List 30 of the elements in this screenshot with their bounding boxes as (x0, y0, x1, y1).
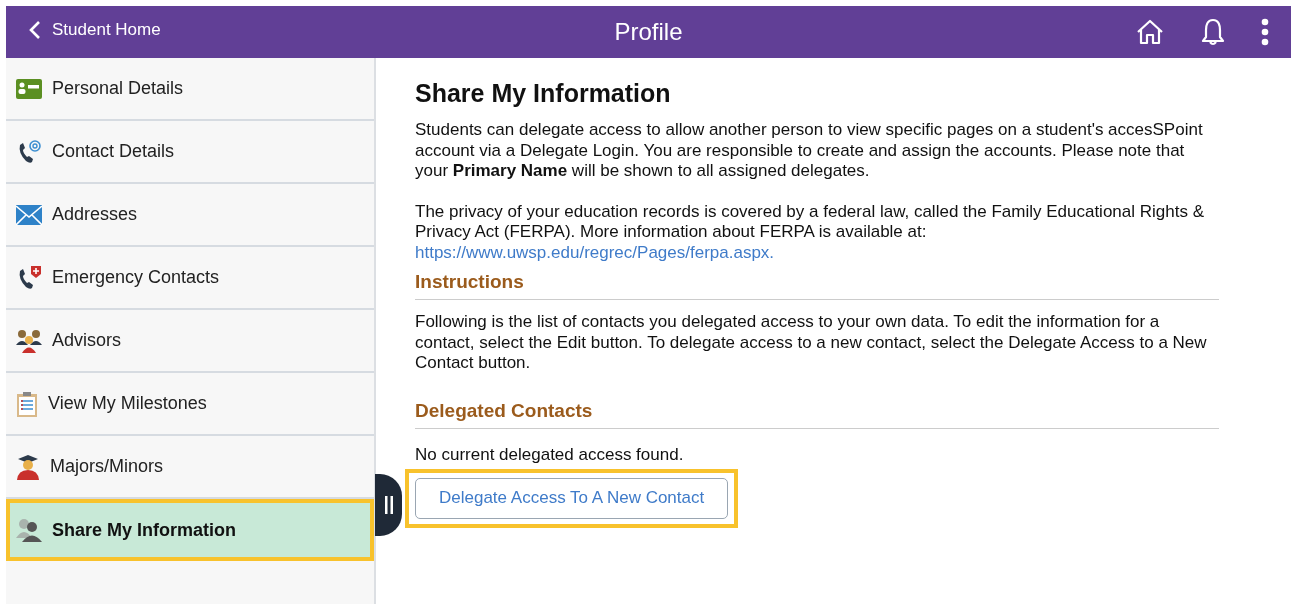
delegate-button[interactable]: Delegate Access To A New Contact (415, 478, 729, 519)
sidebar-item[interactable]: Share My Information (6, 499, 374, 561)
id-card-icon (16, 77, 42, 100)
ferpa-link[interactable]: https://www.uwsp.edu/regrec/Pages/ferpa.aspx. (415, 242, 775, 262)
envelope-icon (16, 203, 42, 226)
section-text: No current delegated access found. (415, 444, 685, 465)
section-heading: Delegated Contacts (415, 399, 1219, 429)
sidebar-item[interactable]: Advisors (6, 310, 374, 373)
back-link[interactable]: Student Home (28, 20, 161, 40)
sidebar-item[interactable]: Addresses (6, 184, 374, 247)
section-text: Following is the list of contacts you delegated access to your own data. To edit the information for a contact, select the Edit button. To delegate access to a new contact, select the Delegate Access to a New Contact button. (415, 312, 1208, 374)
sidebar-item[interactable]: Emergency Contacts (6, 247, 374, 310)
content-title: Share My Information (415, 78, 672, 108)
bell-icon[interactable] (1199, 17, 1227, 47)
home-icon[interactable] (1135, 18, 1165, 46)
sidebar-item[interactable]: View My Milestones (6, 373, 374, 436)
privacy-paragraph: The privacy of your education records is covered by a federal law, called the Family Educational Rights & Privacy Act (FERPA). More information about FERPA is available at: https://www.uwsp.edu/regrec/Pages/ferpa.aspx. (415, 201, 1205, 263)
sidebar-item[interactable]: Contact Details (6, 121, 374, 184)
more-icon[interactable] (1261, 18, 1269, 46)
people-icon (16, 518, 42, 542)
back-icon (28, 20, 42, 40)
sidebar-item[interactable]: Personal Details (6, 58, 374, 121)
collapse-handle[interactable] (375, 474, 402, 536)
clipboard-icon (16, 390, 38, 417)
section-heading: Instructions (415, 271, 1219, 300)
people-icon (16, 328, 42, 353)
pause-icon (384, 496, 393, 514)
intro-paragraph: Students can delegate access to allow another person to view specific pages on a student's accesSPoint account via a Delegate Login. You are responsible to create and assign the accounts. Please note that your Primary Name will be shown to all assigned delegates. (415, 120, 1204, 182)
graduate-icon (16, 453, 40, 480)
page-title: Profile (614, 18, 683, 46)
